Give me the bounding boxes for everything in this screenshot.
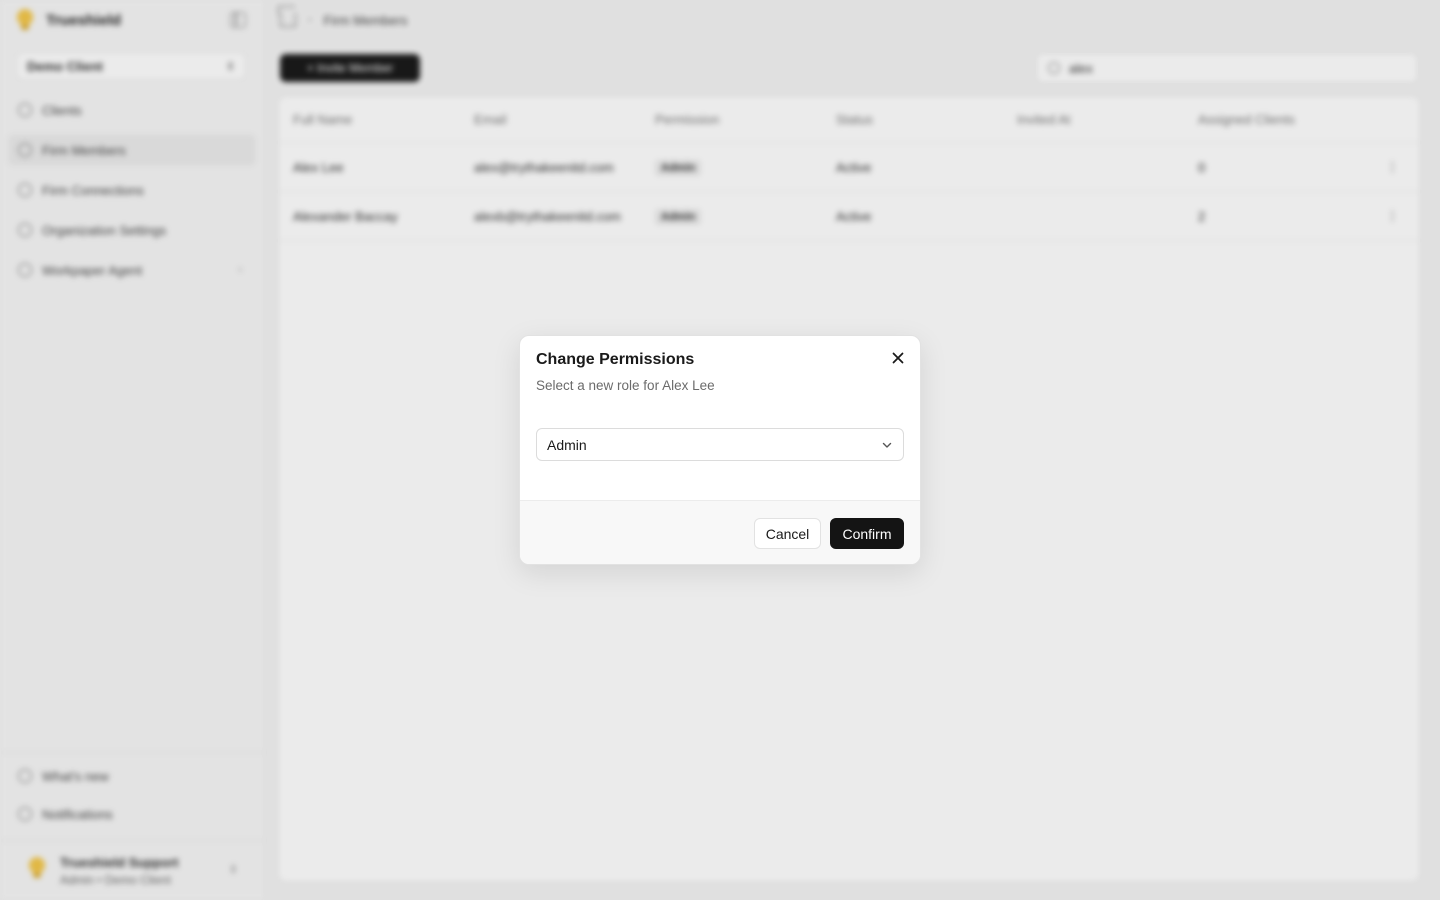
close-button[interactable] — [888, 348, 908, 368]
role-select[interactable]: Admin — [536, 428, 904, 461]
confirm-button[interactable]: Confirm — [830, 518, 904, 549]
dialog-description: Select a new role for Alex Lee — [536, 378, 715, 393]
chevron-down-icon — [882, 442, 892, 448]
dialog-title: Change Permissions — [536, 351, 695, 368]
dialog-footer: Cancel Confirm — [520, 500, 920, 564]
close-icon — [892, 352, 904, 364]
change-permissions-dialog: Change Permissions Select a new role for… — [519, 335, 921, 565]
cancel-button[interactable]: Cancel — [754, 518, 821, 549]
role-select-value: Admin — [547, 436, 587, 453]
